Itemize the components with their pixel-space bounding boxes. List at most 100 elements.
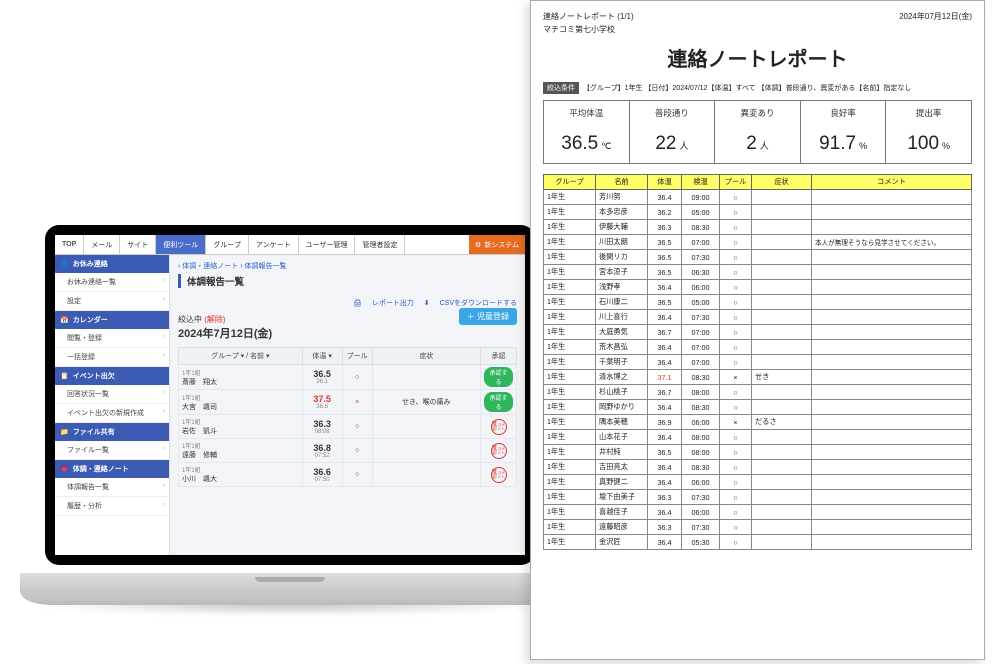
approve-button[interactable]: 承認する (484, 367, 513, 387)
sidebar-icon: 👤 (60, 260, 69, 268)
csv-download-link[interactable]: ⬇ CSVをダウンロードする (424, 300, 517, 307)
app-window: TOPメールサイト便利ツールグループアンケートユーザー管理管理者設定 ⚙ 新シス… (55, 235, 525, 555)
filter-row: 絞込中 (解除) ＋ 児童登録 2024年7月12日(金) (178, 314, 517, 341)
nav-tab-1[interactable]: メール (84, 235, 120, 254)
cond-tag: 絞込条件 (543, 82, 579, 94)
rpt-col-6: コメント (812, 175, 972, 190)
filter-conditions: 絞込条件 【グループ】1年生 【日付】2024/07/12【体温】すべて 【体調… (543, 82, 972, 94)
sidebar-item-0-0[interactable]: お休み連絡一覧 (55, 273, 169, 292)
nav-tab-4[interactable]: グループ (206, 235, 249, 254)
sidebar-icon: 📁 (60, 428, 69, 436)
report-table: グループ名前体温検温プール症状コメント 1年生芳川努36.409:00○1年生本… (543, 174, 972, 550)
report-row: 1年生岡野ゆかり36.408:30○ (544, 400, 972, 415)
report-page-label: 連絡ノートレポート (1/1) (543, 11, 634, 22)
sidebar-item-1-1[interactable]: 一括登録 (55, 348, 169, 367)
col-group-name[interactable]: グループ ▾ / 名前 ▾ (179, 348, 303, 365)
sidebar-item-0-1[interactable]: 設定 (55, 292, 169, 311)
sidebar-item-2-0[interactable]: 回答状況一覧 (55, 385, 169, 404)
report-row: 1年生後関リカ36.507:30○ (544, 250, 972, 265)
report-row: 1年生伊藤大輔36.308:30○ (544, 220, 972, 235)
approved-stamp[interactable]: 確認コメント (491, 419, 507, 435)
nav-tab-0[interactable]: TOP (55, 235, 84, 254)
new-system-button[interactable]: ⚙ 新システム (469, 235, 525, 254)
table-row[interactable]: 1年1組斎藤 翔太36.536.1○承認する (179, 365, 517, 390)
report-row: 1年生吉田亮太36.408:30○ (544, 460, 972, 475)
approve-button[interactable]: 承認する (484, 392, 513, 412)
sidebar-item-2-1[interactable]: イベント出欠の新規作成 (55, 404, 169, 423)
table-row[interactable]: 1年1組小川 颯大36.607:50○確認コメント (179, 463, 517, 487)
health-table: グループ ▾ / 名前 ▾ 体温 ▾ プール 症状 承認 1年1組斎藤 翔太36… (178, 347, 517, 487)
stat-cell-4: 提出率100% (886, 101, 971, 163)
school-name: マチコミ第七小学校 (543, 24, 972, 35)
report-title: 連絡ノートレポート (543, 43, 972, 72)
table-row[interactable]: 1年1組岩佐 凱斗36.308:08○確認コメント (179, 415, 517, 439)
nav-tab-3[interactable]: 便利ツール (156, 235, 206, 254)
report-header: 連絡ノートレポート (1/1) 2024年07月12日(金) (543, 11, 972, 22)
table-row[interactable]: 1年1組大宮 颯司37.536.6×せき、喉の痛み承認する (179, 390, 517, 415)
report-row: 1年生隅本美穂36.906:00×だるさ (544, 415, 972, 430)
report-paper: 連絡ノートレポート (1/1) 2024年07月12日(金) マチコミ第七小学校… (530, 0, 985, 660)
new-system-label: 新システム (484, 240, 519, 250)
report-row: 1年生金沢匠36.405:30○ (544, 535, 972, 550)
report-row: 1年生大庭勇気36.707:00○ (544, 325, 972, 340)
breadcrumb: › 体調・連絡ノート › 体調報告一覧 (178, 261, 517, 271)
report-row: 1年生喜越佳子36.406:00○ (544, 505, 972, 520)
sidebar-header-4: 💗体調・連絡ノート (55, 460, 169, 478)
report-row: 1年生本多忠彦36.205:00○ (544, 205, 972, 220)
stat-cell-3: 良好率91.7% (801, 101, 887, 163)
add-child-button[interactable]: ＋ 児童登録 (459, 308, 517, 325)
filter-clear-link[interactable]: (解除) (204, 315, 225, 324)
report-date: 2024年07月12日(金) (899, 11, 972, 22)
sidebar-item-3-0[interactable]: ファイル一覧 (55, 441, 169, 460)
laptop-screen: TOPメールサイト便利ツールグループアンケートユーザー管理管理者設定 ⚙ 新シス… (45, 225, 535, 565)
sidebar-icon: 📅 (60, 316, 69, 324)
col-approve[interactable]: 承認 (481, 348, 517, 365)
col-temp[interactable]: 体温 ▾ (302, 348, 342, 365)
report-row: 1年生山本花子36.408:00○ (544, 430, 972, 445)
gear-icon: ⚙ (475, 241, 481, 249)
report-row: 1年生川上喜行36.407:30○ (544, 310, 972, 325)
nav-tab-5[interactable]: アンケート (249, 235, 299, 254)
main-panel: › 体調・連絡ノート › 体調報告一覧 体調報告一覧 🖨 レポート出力 ⬇ CS… (170, 255, 525, 555)
approved-stamp[interactable]: 確認コメント (491, 443, 507, 459)
sidebar-icon: 📋 (60, 372, 69, 380)
sidebar-icon: 💗 (60, 465, 69, 473)
rpt-col-1: 名前 (596, 175, 648, 190)
report-row: 1年生荒木昌弘36.407:00○ (544, 340, 972, 355)
sidebar-header-0: 👤お休み連絡 (55, 255, 169, 273)
rpt-col-4: プール (720, 175, 752, 190)
sidebar-item-1-0[interactable]: 閲覧・登録 (55, 329, 169, 348)
report-row: 1年生杉山桃子36.708:00○ (544, 385, 972, 400)
report-row: 1年生石川康二36.505:00○ (544, 295, 972, 310)
top-nav: TOPメールサイト便利ツールグループアンケートユーザー管理管理者設定 ⚙ 新シス… (55, 235, 525, 255)
col-symptom[interactable]: 症状 (372, 348, 480, 365)
rpt-col-2: 体温 (648, 175, 682, 190)
report-row: 1年生芳川努36.409:00○ (544, 190, 972, 205)
approved-stamp[interactable]: 確認コメント (491, 467, 507, 483)
export-actions: 🖨 レポート出力 ⬇ CSVをダウンロードする (178, 298, 517, 308)
nav-tab-2[interactable]: サイト (120, 235, 156, 254)
sidebar-item-4-1[interactable]: 履歴・分析 (55, 497, 169, 516)
rpt-col-3: 検温 (682, 175, 720, 190)
report-row: 1年生真野健二36.406:00○ (544, 475, 972, 490)
filter-date: 2024年7月12日(金) (178, 325, 517, 341)
report-row: 1年生宮本涼子36.506:30○ (544, 265, 972, 280)
report-row: 1年生清水博之37.108:30×せき (544, 370, 972, 385)
cond-text: 【グループ】1年生 【日付】2024/07/12【体温】すべて 【体調】普段通り… (583, 83, 911, 93)
nav-tab-7[interactable]: 管理者設定 (355, 235, 405, 254)
table-row[interactable]: 1年1組遠藤 修輔36.807:52○確認コメント (179, 439, 517, 463)
page-title: 体調報告一覧 (178, 274, 517, 288)
report-row: 1年生千葉明子36.407:00○ (544, 355, 972, 370)
rpt-col-0: グループ (544, 175, 596, 190)
sidebar-item-4-0[interactable]: 体調報告一覧 (55, 478, 169, 497)
report-row: 1年生浅野孝36.406:00○ (544, 280, 972, 295)
nav-tab-6[interactable]: ユーザー管理 (299, 235, 356, 254)
report-row: 1年生壇下由美子36.307:30○ (544, 490, 972, 505)
report-output-link[interactable]: 🖨 レポート出力 (353, 300, 414, 307)
col-pool[interactable]: プール (342, 348, 372, 365)
report-row: 1年生井村純36.508:00○ (544, 445, 972, 460)
report-row: 1年生川田太朗36.507:00○本人が無理そうなら見学させてください。 (544, 235, 972, 250)
summary-stats: 平均体温36.5℃普段通り22人異変あり2人良好率91.7%提出率100% (543, 100, 972, 164)
sidebar-header-3: 📁ファイル共有 (55, 423, 169, 441)
sidebar: 👤お休み連絡お休み連絡一覧設定📅カレンダー閲覧・登録一括登録📋イベント出欠回答状… (55, 255, 170, 555)
